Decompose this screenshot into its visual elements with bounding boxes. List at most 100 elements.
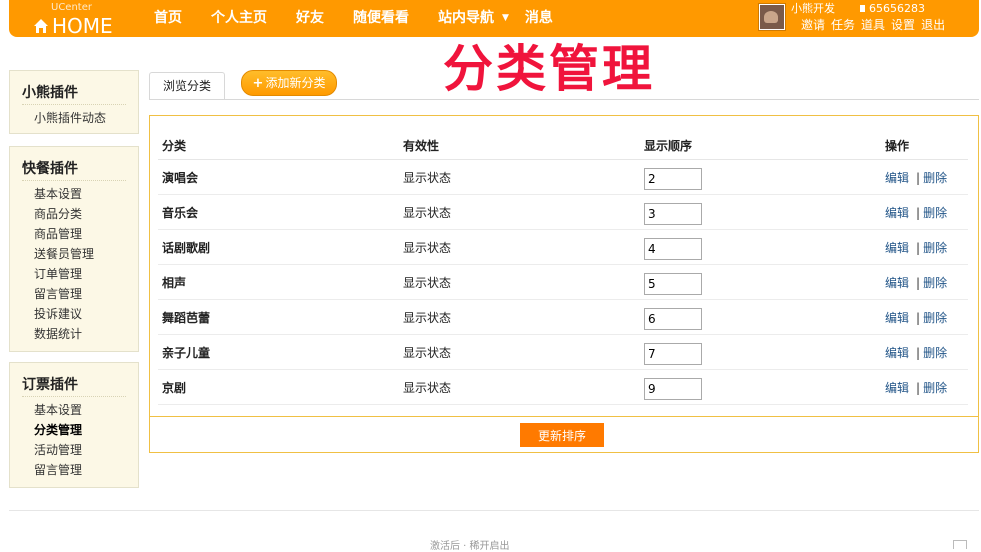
sidebar-list: 基本设置 商品分类 商品管理 送餐员管理 订单管理 留言管理 投诉建议 数据统计 (34, 184, 94, 344)
divider (22, 396, 126, 397)
display-order-input[interactable] (644, 203, 702, 225)
sidebar-panel-ticket: 订票插件 基本设置 分类管理 活动管理 留言管理 (9, 362, 139, 488)
tasks-link[interactable]: 任务 (831, 18, 855, 32)
visibility-status: 显示状态 (399, 334, 640, 370)
delete-link[interactable]: 删除 (923, 171, 947, 185)
actions-cell: 编辑 | 删除 (881, 299, 968, 335)
column-header: 显示顺序 (640, 131, 881, 160)
sidebar-item[interactable]: 留言管理 (34, 284, 94, 304)
category-name: 相声 (158, 264, 399, 300)
sidebar-item[interactable]: 送餐员管理 (34, 244, 94, 264)
visibility-status: 显示状态 (399, 194, 640, 230)
invite-link[interactable]: 邀请 (801, 18, 825, 32)
delete-link[interactable]: 删除 (923, 311, 947, 325)
scroll-to-top-button[interactable] (953, 540, 967, 549)
delete-link[interactable]: 删除 (923, 206, 947, 220)
logo-top-text: UCenter (51, 2, 92, 13)
page-title: 分类管理 (443, 40, 655, 98)
separator: | (916, 170, 921, 185)
sidebar-item-active[interactable]: 分类管理 (34, 420, 82, 440)
table-row: 音乐会显示状态 编辑 |删除 (158, 194, 968, 230)
divider (22, 180, 126, 181)
display-order-input[interactable] (644, 238, 702, 260)
sidebar-item[interactable]: 基本设置 (34, 184, 94, 204)
props-link[interactable]: 道具 (861, 18, 885, 32)
sidebar-title: 小熊插件 (22, 85, 78, 101)
add-category-label: 添加新分类 (265, 76, 326, 90)
column-header: 有效性 (399, 131, 640, 160)
edit-link[interactable]: 编辑 (885, 346, 909, 360)
table-row: 亲子儿童显示状态 编辑 |删除 (158, 334, 968, 370)
sidebar-item[interactable]: 留言管理 (34, 460, 82, 480)
add-category-button[interactable]: + 添加新分类 (241, 70, 337, 96)
separator: | (916, 345, 921, 360)
nav-profile[interactable]: 个人主页 (211, 0, 267, 37)
order-cell (640, 369, 881, 405)
nav-explore[interactable]: 随便看看 (353, 0, 409, 37)
separator: | (916, 275, 921, 290)
edit-link[interactable]: 编辑 (885, 206, 909, 220)
logo-main: HOME (33, 14, 113, 38)
category-name: 京剧 (158, 369, 399, 405)
sidebar-item[interactable]: 基本设置 (34, 400, 82, 420)
sidebar-item[interactable]: 小熊插件动态 (34, 108, 106, 128)
logout-link[interactable]: 退出 (921, 18, 945, 32)
sidebar-item[interactable]: 订单管理 (34, 264, 94, 284)
table-row: 话剧歌剧显示状态 编辑 |删除 (158, 229, 968, 265)
nav-friends[interactable]: 好友 (296, 0, 324, 37)
visibility-status: 显示状态 (399, 299, 640, 335)
sidebar-item[interactable]: 商品管理 (34, 224, 94, 244)
category-table: 分类 有效性 显示顺序 操作 演唱会显示状态编辑|删除音乐会显示状态编辑|删除话… (158, 131, 968, 405)
credits-icon (860, 5, 865, 12)
sidebar-item[interactable]: 数据统计 (34, 324, 94, 344)
chevron-down-icon: ▼ (502, 13, 509, 23)
actions-cell: 编辑 | 删除 (881, 369, 968, 405)
avatar[interactable] (759, 4, 785, 30)
table-header-row: 分类 有效性 显示顺序 操作 (158, 131, 968, 160)
delete-link[interactable]: 删除 (923, 276, 947, 290)
category-name: 舞蹈芭蕾 (158, 299, 399, 335)
edit-link[interactable]: 编辑 (885, 241, 909, 255)
delete-link[interactable]: 删除 (923, 241, 947, 255)
username[interactable]: 小熊开发 (791, 2, 835, 15)
nav-site-menu[interactable]: 站内导航 ▼ (438, 0, 509, 37)
table-row: 演唱会显示状态 编辑 |删除 (158, 159, 968, 195)
display-order-input[interactable] (644, 378, 702, 400)
sidebar-item[interactable]: 商品分类 (34, 204, 94, 224)
column-header: 操作 (881, 131, 968, 160)
sidebar-list: 基本设置 分类管理 活动管理 留言管理 (34, 400, 82, 480)
edit-link[interactable]: 编辑 (885, 171, 909, 185)
update-order-button[interactable]: 更新排序 (520, 423, 604, 447)
sidebar-title: 快餐插件 (22, 161, 78, 177)
nav-home[interactable]: 首页 (154, 0, 182, 37)
nav-messages[interactable]: 消息 (525, 0, 553, 37)
visibility-status: 显示状态 (399, 229, 640, 265)
display-order-input[interactable] (644, 308, 702, 330)
order-cell (640, 159, 881, 195)
category-name: 话剧歌剧 (158, 229, 399, 265)
actions-cell: 编辑 | 删除 (881, 334, 968, 370)
delete-link[interactable]: 删除 (923, 381, 947, 395)
display-order-input[interactable] (644, 168, 702, 190)
edit-link[interactable]: 编辑 (885, 381, 909, 395)
tab-browse-categories[interactable]: 浏览分类 (149, 72, 225, 99)
category-table-box: 分类 有效性 显示顺序 操作 演唱会显示状态编辑|删除音乐会显示状态编辑|删除话… (149, 115, 979, 453)
divider (22, 104, 126, 105)
order-cell (640, 334, 881, 370)
sidebar-item[interactable]: 活动管理 (34, 440, 82, 460)
order-cell (640, 299, 881, 335)
category-name: 音乐会 (158, 194, 399, 230)
logo-home-text: HOME (52, 14, 113, 38)
edit-link[interactable]: 编辑 (885, 311, 909, 325)
nav-site-menu-label: 站内导航 (438, 10, 494, 26)
visibility-status: 显示状态 (399, 159, 640, 195)
edit-link[interactable]: 编辑 (885, 276, 909, 290)
sidebar-item[interactable]: 投诉建议 (34, 304, 94, 324)
plus-icon: + (252, 76, 264, 91)
order-cell (640, 229, 881, 265)
display-order-input[interactable] (644, 273, 702, 295)
settings-link[interactable]: 设置 (891, 18, 915, 32)
delete-link[interactable]: 删除 (923, 346, 947, 360)
display-order-input[interactable] (644, 343, 702, 365)
sidebar-list: 小熊插件动态 (34, 108, 106, 128)
